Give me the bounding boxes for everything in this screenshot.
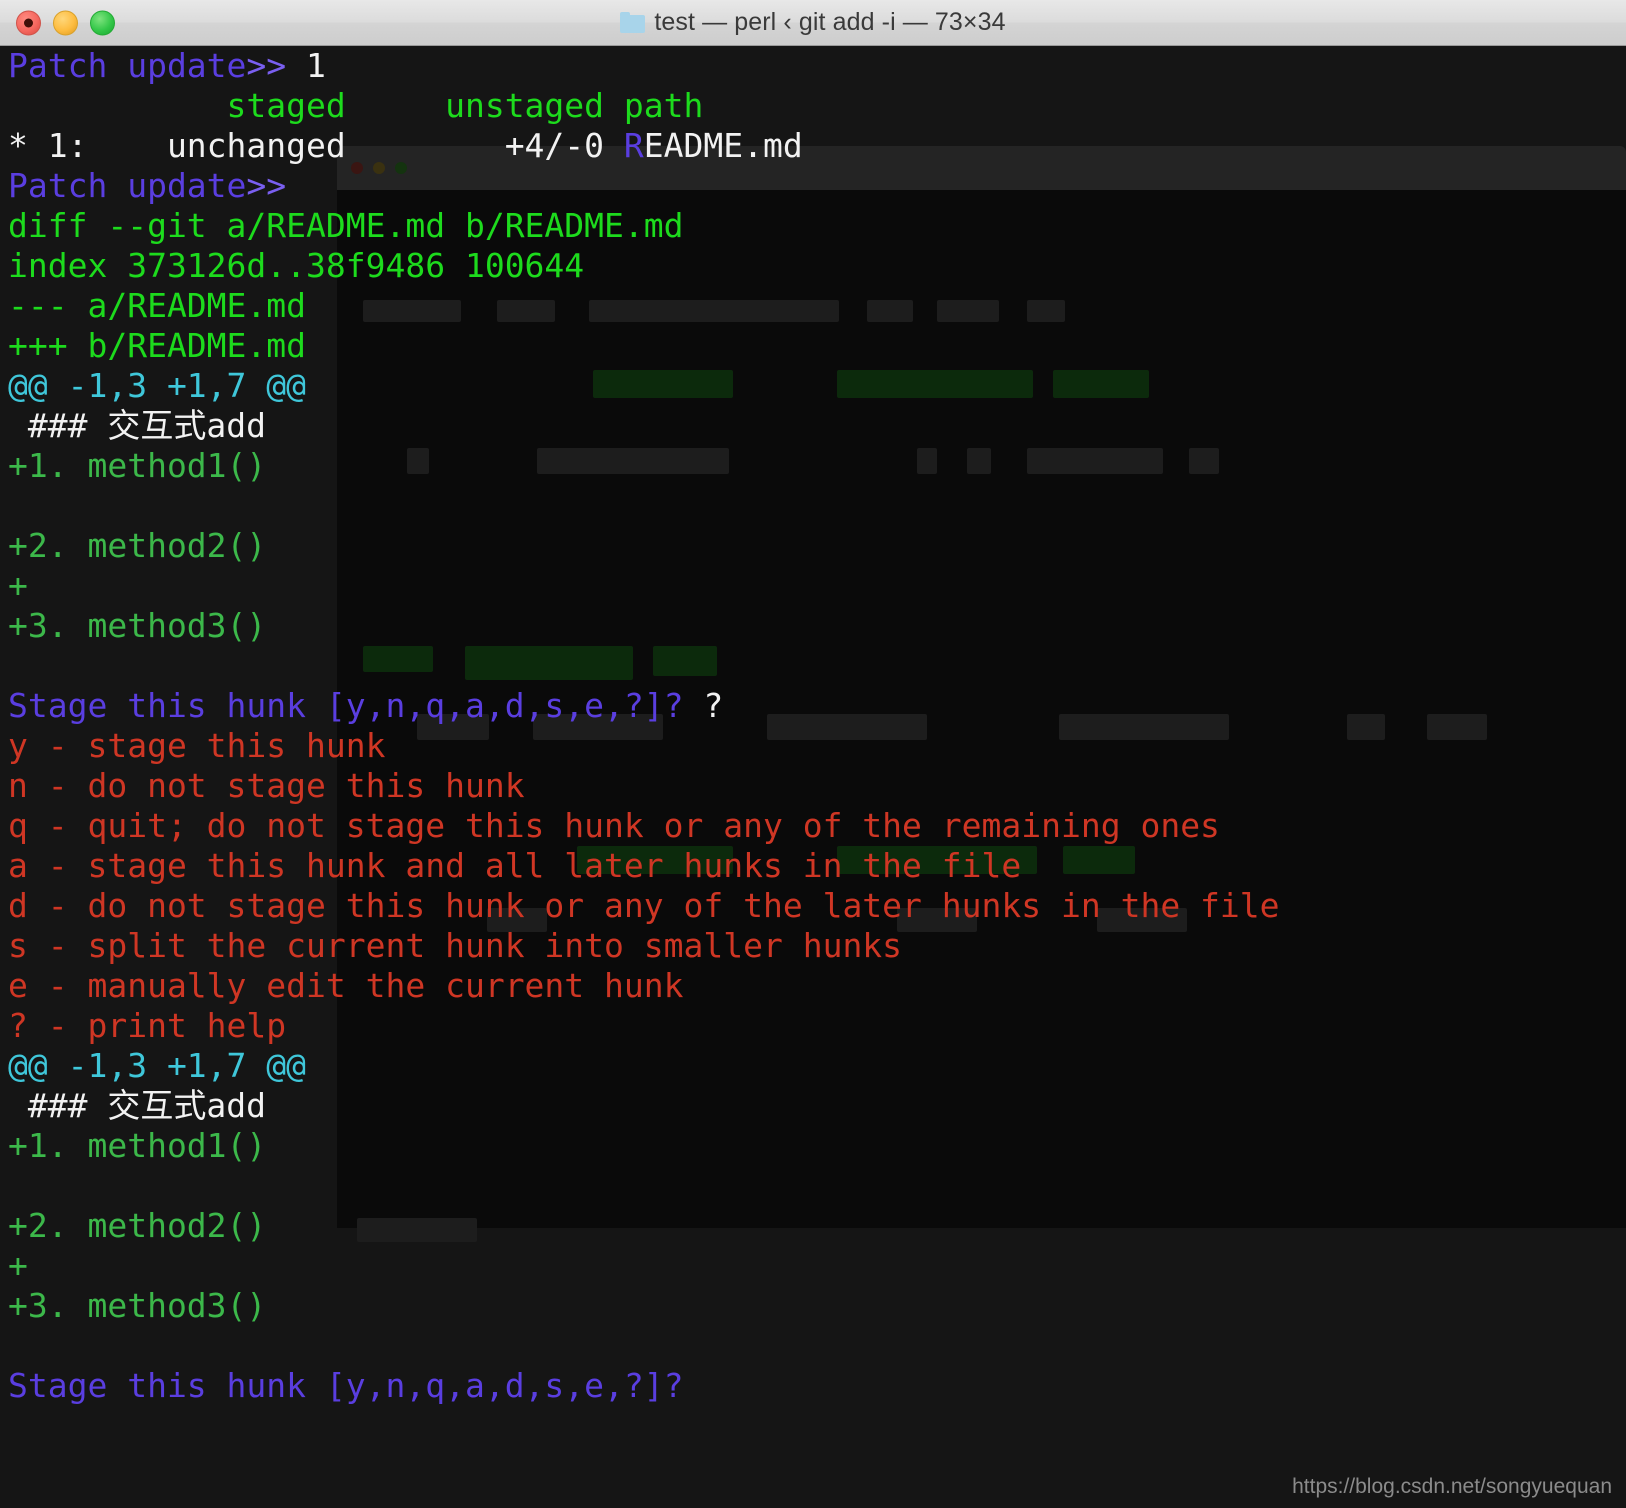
- terminal-span: --- a/README.md: [8, 286, 307, 325]
- terminal-line: +3. method3(): [8, 606, 1626, 646]
- terminal-line: staged unstaged path: [8, 86, 1626, 126]
- terminal-line: +2. method2(): [8, 1206, 1626, 1246]
- terminal-span: 1: [286, 46, 326, 85]
- close-button[interactable]: [16, 10, 41, 35]
- terminal-line: ### 交互式add: [8, 406, 1626, 446]
- terminal-line: +3. method3(): [8, 1286, 1626, 1326]
- terminal-span: ?: [703, 686, 724, 725]
- window-controls: [16, 10, 115, 35]
- terminal-line: e - manually edit the current hunk: [8, 966, 1626, 1006]
- terminal-span: staged unstaged path: [8, 86, 704, 125]
- terminal-span: ### 交互式add: [8, 406, 266, 445]
- watermark-text: https://blog.csdn.net/songyuequan: [1292, 1475, 1612, 1498]
- terminal-span: >>: [246, 166, 287, 205]
- terminal-line: * 1: unchanged +4/-0 README.md: [8, 126, 1626, 166]
- title-bar[interactable]: test — perl ‹ git add -i — 73×34: [0, 0, 1626, 46]
- terminal-span: * 1: unchanged +4/-0: [8, 126, 624, 165]
- terminal-span: Stage this hunk [y,n,q,a,d,s,e,?]?: [8, 686, 704, 725]
- terminal-span: EADME.md: [643, 126, 803, 165]
- terminal-line: y - stage this hunk: [8, 726, 1626, 766]
- terminal-line: d - do not stage this hunk or any of the…: [8, 886, 1626, 926]
- terminal-line: index 373126d..38f9486 100644: [8, 246, 1626, 286]
- terminal-span: >>: [246, 46, 287, 85]
- terminal-span: @@ -1,3 +1,7 @@: [8, 366, 307, 405]
- terminal-line: n - do not stage this hunk: [8, 766, 1626, 806]
- terminal-line: +1. method1(): [8, 446, 1626, 486]
- terminal-span: R: [623, 126, 644, 165]
- terminal-span: s - split the current hunk into smaller …: [8, 926, 903, 965]
- terminal-span: n - do not stage this hunk: [8, 766, 525, 805]
- close-icon: [24, 18, 33, 27]
- terminal-span: ? - print help: [8, 1006, 287, 1045]
- terminal-line: +2. method2(): [8, 526, 1626, 566]
- maximize-button[interactable]: [90, 10, 115, 35]
- terminal-span: Patch update: [8, 166, 247, 205]
- terminal-line: +: [8, 566, 1626, 606]
- terminal-span: +1. method1(): [8, 1126, 267, 1165]
- terminal-line: +++ b/README.md: [8, 326, 1626, 366]
- terminal-line: ? - print help: [8, 1006, 1626, 1046]
- minimize-button[interactable]: [53, 10, 78, 35]
- terminal-span: +3. method3(): [8, 1286, 267, 1325]
- folder-icon: [620, 12, 646, 33]
- terminal-line: Patch update>> 1: [8, 46, 1626, 86]
- terminal-line: q - quit; do not stage this hunk or any …: [8, 806, 1626, 846]
- terminal-line: Patch update>>: [8, 166, 1626, 206]
- title-bar-center: test — perl ‹ git add -i — 73×34: [0, 8, 1626, 37]
- terminal-span: +1. method1(): [8, 446, 267, 485]
- terminal-line: --- a/README.md: [8, 286, 1626, 326]
- terminal-span: y - stage this hunk: [8, 726, 386, 765]
- terminal-span: a - stage this hunk and all later hunks …: [8, 846, 1022, 885]
- terminal-line: Stage this hunk [y,n,q,a,d,s,e,?]? ?: [8, 686, 1626, 726]
- terminal-span: +++ b/README.md: [8, 326, 307, 365]
- terminal-span: e - manually edit the current hunk: [8, 966, 684, 1005]
- terminal-span: +2. method2(): [8, 1206, 267, 1245]
- terminal-span: Stage this hunk [y,n,q,a,d,s,e,?]?: [8, 1366, 684, 1405]
- terminal-line: @@ -1,3 +1,7 @@: [8, 1046, 1626, 1086]
- terminal-line: +: [8, 1246, 1626, 1286]
- terminal-span: +3. method3(): [8, 606, 267, 645]
- terminal-span: q - quit; do not stage this hunk or any …: [8, 806, 1220, 845]
- terminal-screen[interactable]: Patch update>> 1 staged unstaged path * 1…: [0, 46, 1626, 1508]
- terminal-line: s - split the current hunk into smaller …: [8, 926, 1626, 966]
- terminal-span: diff --git a/README.md b/README.md: [8, 206, 684, 245]
- terminal-span: @@ -1,3 +1,7 @@: [8, 1046, 307, 1085]
- terminal-line: @@ -1,3 +1,7 @@: [8, 366, 1626, 406]
- terminal-span: Patch update: [8, 46, 247, 85]
- terminal-line: a - stage this hunk and all later hunks …: [8, 846, 1626, 886]
- terminal-window: test — perl ‹ git add -i — 73×34 Patch u…: [0, 0, 1626, 1508]
- terminal-span: d - do not stage this hunk or any of the…: [8, 886, 1280, 925]
- terminal-line: Stage this hunk [y,n,q,a,d,s,e,?]?: [8, 1366, 1626, 1406]
- terminal-span: +: [8, 566, 28, 605]
- terminal-span: +: [8, 1246, 28, 1285]
- terminal-span: +2. method2(): [8, 526, 267, 565]
- terminal-output: Patch update>> 1 staged unstaged path * 1…: [8, 46, 1626, 1406]
- window-title: test — perl ‹ git add -i — 73×34: [654, 8, 1006, 36]
- terminal-span: ### 交互式add: [8, 1086, 266, 1125]
- terminal-span: index 373126d..38f9486 100644: [8, 246, 585, 285]
- terminal-line: ### 交互式add: [8, 1086, 1626, 1126]
- terminal-line: diff --git a/README.md b/README.md: [8, 206, 1626, 246]
- terminal-line: +1. method1(): [8, 1126, 1626, 1166]
